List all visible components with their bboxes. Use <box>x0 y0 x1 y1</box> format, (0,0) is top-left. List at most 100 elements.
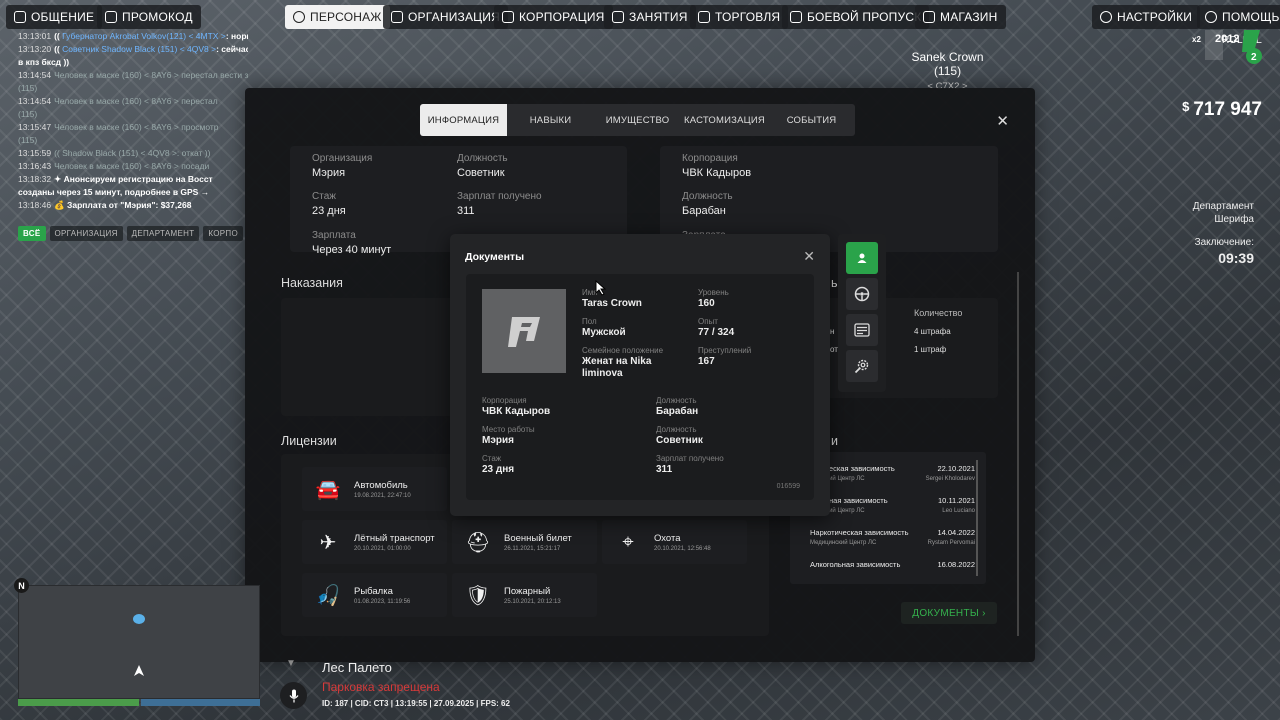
player-tag: Sanek Crown (115) < C7X2 > <box>900 50 995 92</box>
fines-row-label: н <box>830 327 835 336</box>
parking-status: Парковка запрещена <box>322 680 440 694</box>
medical-record[interactable]: Алкогольная зависимость 16.08.2022 <box>810 560 975 569</box>
panel-tab[interactable]: НАВЫКИ <box>507 104 594 136</box>
license-date: 25.10.2021, 20:12:13 <box>504 598 561 605</box>
person-icon <box>293 11 305 23</box>
license-text: Охота 20.10.2021, 12:56:48 <box>654 533 711 552</box>
chat-text: : нормально прока делает )) <box>225 31 248 41</box>
license-name: Пожарный <box>504 585 551 597</box>
chart-icon <box>698 11 710 23</box>
game-screen: ОБЩЕНИЕ ПРОМОКОД ПЕРСОНАЖ ОРГАНИЗАЦИЯ КОРПОР… <box>0 0 1280 720</box>
record-title: Наркотическая зависимость <box>810 528 909 537</box>
организация-tab[interactable]: ОРГАНИЗАЦИЯ <box>383 5 508 29</box>
помощь-tab[interactable]: ПОМОЩЬ <box>1197 5 1280 29</box>
fines-col-header: Количество <box>914 308 963 318</box>
close-icon[interactable]: ✕ <box>996 112 1009 130</box>
id-card-icon[interactable] <box>846 314 878 346</box>
record-doctor: Rystam Pervomai <box>927 540 975 546</box>
record-date: 14.04.2022 <box>937 528 975 537</box>
tab-label: НАСТРОЙКИ <box>1117 10 1193 24</box>
chat-text: (115) <box>18 109 38 119</box>
record-title: Алкогольная зависимость <box>810 560 901 569</box>
record-header: Наркотическая зависимость 14.04.2022 <box>810 528 975 537</box>
medical-record[interactable]: котическая зависимость 22.10.2021 ицинский… <box>810 464 975 482</box>
chat-tab[interactable]: ДЕПАРТАМЕНТ <box>126 226 200 241</box>
fish-icon: 🎣 <box>315 584 341 607</box>
salaries-field: Зарплат получено 311 <box>656 454 724 476</box>
chat-text: Человек в маске (160) < 8AY6 > перестал … <box>54 70 248 80</box>
panel-tab[interactable]: ИМУЩЕСТВО <box>594 104 681 136</box>
salary-field: Зарплата Через 40 минут <box>312 230 391 256</box>
field-label: Пол <box>582 317 597 326</box>
panel-tab[interactable]: ИНФОРМАЦИЯ <box>420 104 507 136</box>
торговля-tab[interactable]: ТОРГОВЛЯ <box>690 5 789 29</box>
license-text: Лётный транспорт 20.10.2021, 01:00:00 <box>354 533 435 552</box>
license-card[interactable]: ⛑ Военный билет 26.11.2021, 15:21:17 <box>452 520 597 564</box>
work-position-field: Должность Советник <box>656 425 703 447</box>
tenure-field: Стаж 23 дня <box>312 191 346 217</box>
health-bar <box>18 699 139 706</box>
work-field: Место работы Мэрия <box>482 425 535 447</box>
close-icon[interactable]: ✕ <box>803 248 815 265</box>
chat-text: ✦ Анонсируем регистрацию на Восст <box>54 174 213 184</box>
персонаж-tab[interactable]: ПЕРСОНАЖ <box>285 5 390 29</box>
record-doctor: Sergei Kholodarev <box>925 476 975 482</box>
document-card: Имя Taras Crown Уровень 160 Пол Мужской Опы… <box>466 274 814 500</box>
department-info: Департамент Шерифа <box>1193 200 1254 226</box>
chat-tab[interactable]: ВСЁ <box>18 226 46 241</box>
field-value: 311 <box>656 464 673 475</box>
corp-position-field: Должность Барабан <box>656 396 698 418</box>
documents-button[interactable]: ДОКУМЕНТЫ › <box>901 602 997 624</box>
chat-log: 13:13:01(( Губернатор Akrobat Volkov(121… <box>18 30 248 212</box>
gear-search-icon[interactable] <box>846 350 878 382</box>
настройки-tab[interactable]: НАСТРОЙКИ <box>1092 5 1201 29</box>
money-display: $717 947 <box>1182 99 1262 121</box>
field-label: Стаж <box>482 454 502 463</box>
chat-text: Человек в маске (160) < 8AY6 > просмотр <box>54 122 219 132</box>
боевой-пропуск-tab[interactable]: БОЕВОЙ ПРОПУСК <box>782 5 930 29</box>
license-card[interactable]: 🚘 Автомобиль 19.08.2021, 22:47:10 <box>302 467 447 511</box>
license-date: 01.08.2023, 11:19:56 <box>354 598 411 605</box>
chat-text: созданы через 15 минут, подробнее в GPS … <box>18 187 210 197</box>
license-card[interactable]: ⌖ Охота 20.10.2021, 12:56:48 <box>602 520 747 564</box>
medical-record[interactable]: огольная зависимость 10.11.2021 ицинский Ц… <box>810 496 975 514</box>
compass-north: N <box>14 578 29 593</box>
medical-scrollbar[interactable] <box>976 460 978 576</box>
medical-record[interactable]: Наркотическая зависимость 14.04.2022 Медиц… <box>810 528 975 546</box>
corp-field: Корпорация ЧВК Кадыров <box>682 153 751 179</box>
chat-tab[interactable]: КОРПО <box>203 226 244 241</box>
license-name: Рыбалка <box>354 585 393 597</box>
record-date: 10.11.2021 <box>938 496 975 505</box>
tab-label: БОЕВОЙ ПРОПУСК <box>807 10 922 24</box>
chat-timestamp: 13:14:54 <box>18 70 52 80</box>
panel-scrollbar[interactable] <box>1017 272 1019 636</box>
panel-tab[interactable]: СОБЫТИЯ <box>768 104 855 136</box>
field-value: Барабан <box>656 406 699 417</box>
license-card[interactable]: 🎣 Рыбалка 01.08.2023, 11:19:56 <box>302 573 447 617</box>
магазин-tab[interactable]: МАГАЗИН <box>915 5 1006 29</box>
field-label: Зарплат получено <box>457 191 542 202</box>
field-value: Мэрия <box>482 435 514 446</box>
chat-tab[interactable]: ОРГАНИЗАЦИЯ <box>49 226 123 241</box>
panel-tab[interactable]: КАСТОМИЗАЦИЯ <box>681 104 768 136</box>
record-meta: ицинский Центр ЛС Leo Luciano <box>810 508 975 514</box>
field-value: 167 <box>698 356 715 367</box>
занятия-tab[interactable]: ЗАНЯТИЯ <box>604 5 696 29</box>
status-line: ID: 187 | CID: СТ3 | 13:19:55 | 27.09.20… <box>322 699 510 708</box>
license-card[interactable]: ✈ Лётный транспорт 20.10.2021, 01:00:00 <box>302 520 447 564</box>
chevron-down-icon[interactable]: ▼ <box>286 658 296 669</box>
field-label: Имя <box>582 288 598 297</box>
license-card[interactable]: 🛡 Пожарный 25.10.2021, 20:12:13 <box>452 573 597 617</box>
корпорация-tab[interactable]: КОРПОРАЦИЯ <box>494 5 613 29</box>
name-field: Имя Taras Crown <box>582 288 642 310</box>
person-icon[interactable] <box>846 242 878 274</box>
field-value: 77 / 324 <box>698 327 735 338</box>
промокод-tab[interactable]: ПРОМОКОД <box>97 5 201 29</box>
steering-wheel-icon[interactable] <box>846 278 878 310</box>
общение-tab[interactable]: ОБЩЕНИЕ <box>6 5 103 29</box>
tab-label: ПРОМОКОД <box>122 10 193 24</box>
microphone-icon[interactable] <box>280 682 307 709</box>
chat-icon <box>14 11 26 23</box>
modal-title: Документы <box>465 251 525 263</box>
license-text: Пожарный 25.10.2021, 20:12:13 <box>504 586 561 605</box>
